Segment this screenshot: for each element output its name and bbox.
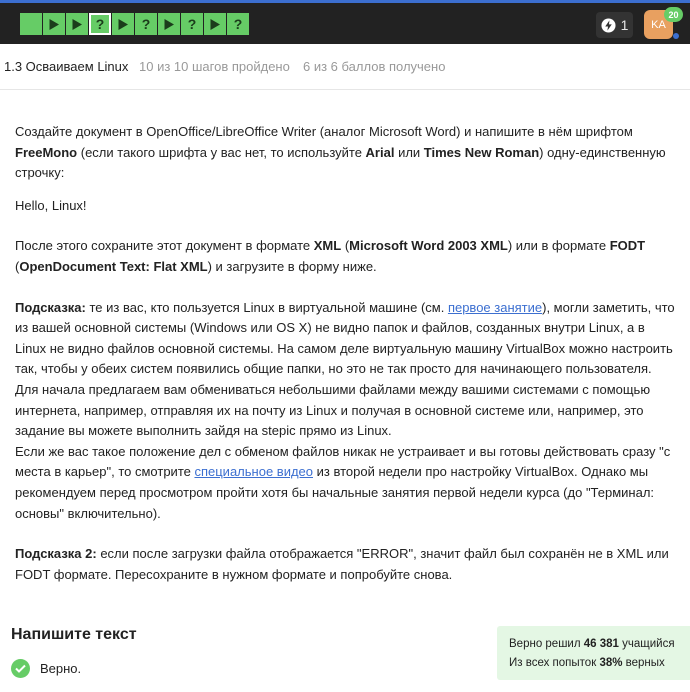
steps-progress: 10 из 10 шагов пройдено xyxy=(139,59,290,74)
text: ), могли заметить, что из вашей основной… xyxy=(15,299,675,439)
step-3-button[interactable] xyxy=(66,13,88,35)
text: ) и загрузите в форму ниже. xyxy=(207,258,377,274)
answer-section-title: Напишите текст xyxy=(11,626,137,643)
step-content: Создайте документ в OpenOffice/LibreOffi… xyxy=(15,122,675,585)
text: Из всех попыток xyxy=(509,657,600,669)
font-name: Arial xyxy=(365,144,395,160)
step-8-button[interactable]: ? xyxy=(181,13,203,35)
text: верных xyxy=(622,657,665,669)
play-icon xyxy=(210,18,220,30)
text: После этого сохраните этот документ в фо… xyxy=(15,238,314,254)
hint-2-paragraph: Подсказка 2: если после загрузки файла о… xyxy=(15,544,675,585)
step-2-button[interactable] xyxy=(43,13,65,35)
format-name: Microsoft Word 2003 XML xyxy=(349,238,508,254)
text: ( xyxy=(341,238,350,254)
solved-count: 46 381 xyxy=(583,638,619,650)
format-name: XML xyxy=(313,238,342,254)
energy-button[interactable]: 1 xyxy=(596,12,633,38)
text: (если такого шрифта у вас нет, то исполь… xyxy=(77,144,366,160)
solve-stats: Верно решил 46 381 учащийся Из всех попы… xyxy=(497,626,690,680)
energy-count: 1 xyxy=(620,17,629,33)
play-icon xyxy=(118,18,128,30)
step-1-text-button[interactable] xyxy=(20,13,42,35)
top-navigation-bar: ???? 1 KA 20 xyxy=(0,0,690,44)
lightning-icon xyxy=(601,17,616,33)
text: Создайте документ в OpenOffice/LibreOffi… xyxy=(15,124,633,139)
step-5-button[interactable] xyxy=(112,13,134,35)
format-name: OpenDocument Text: Flat XML xyxy=(19,258,208,274)
question-icon: ? xyxy=(233,16,243,32)
first-lesson-link[interactable]: первое занятие xyxy=(448,300,542,315)
online-status-dot xyxy=(673,33,679,39)
font-name: FreeMono xyxy=(15,144,78,160)
notification-badge[interactable]: 20 xyxy=(664,7,683,22)
text: или xyxy=(394,144,424,160)
lesson-title[interactable]: 1.3 Осваиваем Linux xyxy=(4,59,128,74)
success-rate: 38% xyxy=(599,657,623,669)
step-4-button[interactable]: ? xyxy=(88,12,112,36)
sample-text: Hello, Linux! xyxy=(15,197,87,213)
step-10-button[interactable]: ? xyxy=(227,13,249,35)
check-icon xyxy=(11,659,30,678)
task-paragraph: Создайте документ в OpenOffice/LibreOffi… xyxy=(15,122,675,184)
text: ) или в формате xyxy=(507,238,610,254)
lesson-steps: ???? xyxy=(20,12,249,36)
success-rate-line: Из всех попыток 38% верных xyxy=(509,654,690,673)
points-progress: 6 из 6 баллов получено xyxy=(303,59,446,74)
text: Верно решил xyxy=(509,638,584,650)
question-icon: ? xyxy=(95,16,105,32)
step-7-button[interactable] xyxy=(158,13,180,35)
format-name: FODT xyxy=(609,238,646,254)
play-icon xyxy=(164,18,174,30)
hint-paragraph: Подсказка: те из вас, кто пользуется Lin… xyxy=(15,298,675,442)
text: учащийся xyxy=(618,638,675,650)
play-icon xyxy=(72,18,82,30)
verdict-text: Верно. xyxy=(40,661,82,676)
question-icon: ? xyxy=(187,16,197,32)
hint-label: Подсказка: xyxy=(15,299,86,315)
verdict: Верно. xyxy=(11,659,81,678)
solved-count-line: Верно решил 46 381 учащийся xyxy=(509,635,690,654)
save-instructions: После этого сохраните этот документ в фо… xyxy=(15,236,675,277)
play-icon xyxy=(49,18,59,30)
special-video-link[interactable]: специальное видео xyxy=(194,464,313,479)
lesson-header: 1.3 Осваиваем Linux 10 из 10 шагов пройд… xyxy=(0,44,690,90)
step-9-button[interactable] xyxy=(204,13,226,35)
video-paragraph: Если же вас такое положение дел с обмено… xyxy=(15,442,675,524)
question-icon: ? xyxy=(141,16,151,32)
text: если после загрузки файла отображается "… xyxy=(15,546,669,582)
step-6-button[interactable]: ? xyxy=(135,13,157,35)
font-name: Times New Roman xyxy=(423,144,540,160)
text: те из вас, кто пользуется Linux в виртуа… xyxy=(85,299,448,315)
hint-label: Подсказка 2: xyxy=(15,546,97,562)
